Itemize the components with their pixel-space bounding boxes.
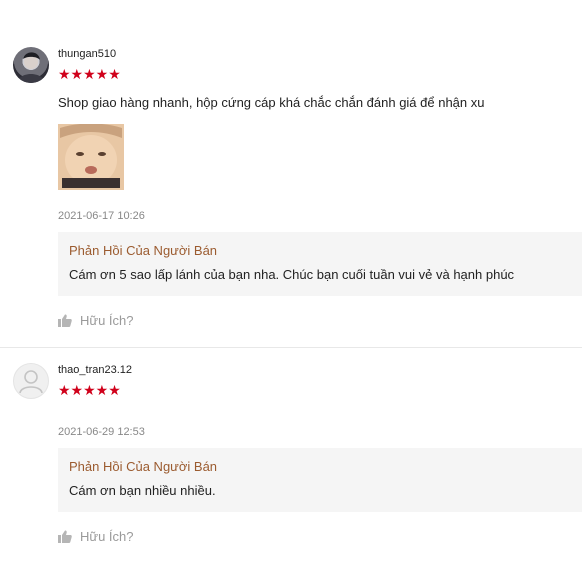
seller-reply-text: Cám ơn 5 sao lấp lánh của bạn nha. Chúc … — [69, 267, 515, 282]
review-comment: Shop giao hàng nhanh, hộp cứng cáp khá c… — [58, 95, 485, 110]
helpful-label: Hữu Ích? — [80, 313, 134, 328]
rating-stars: ★★★★★ — [58, 382, 121, 398]
avatar[interactable] — [13, 363, 49, 399]
seller-reply-text: Cám ơn bạn nhiều nhiều. — [69, 483, 216, 498]
review-item: thao_tran23.12 ★★★★★ 2021-06-29 12:53 Ph… — [0, 348, 582, 582]
default-user-icon — [19, 370, 43, 394]
seller-reply-title: Phản Hồi Của Người Bán — [69, 459, 218, 474]
review-item: thungan510 ★★★★★ Shop giao hàng nhanh, h… — [0, 0, 582, 348]
rating-stars: ★★★★★ — [58, 66, 121, 82]
reviewer-username[interactable]: thao_tran23.12 — [58, 364, 132, 376]
seller-reply: Phản Hồi Của Người Bán Cám ơn bạn nhiều … — [58, 448, 582, 512]
review-photo[interactable] — [58, 124, 124, 190]
seller-reply-title: Phản Hồi Của Người Bán — [69, 243, 218, 258]
reviewer-username[interactable]: thungan510 — [58, 48, 116, 60]
seller-reply: Phản Hồi Của Người Bán Cám ơn 5 sao lấp … — [58, 232, 582, 296]
helpful-button[interactable]: Hữu Ích? — [58, 529, 134, 544]
helpful-button[interactable]: Hữu Ích? — [58, 313, 134, 328]
review-timestamp: 2021-06-29 12:53 — [58, 426, 145, 438]
thumbs-up-icon — [58, 530, 72, 543]
thumbs-up-icon — [58, 314, 72, 327]
helpful-label: Hữu Ích? — [80, 529, 134, 544]
avatar[interactable] — [13, 47, 49, 83]
review-timestamp: 2021-06-17 10:26 — [58, 210, 145, 222]
